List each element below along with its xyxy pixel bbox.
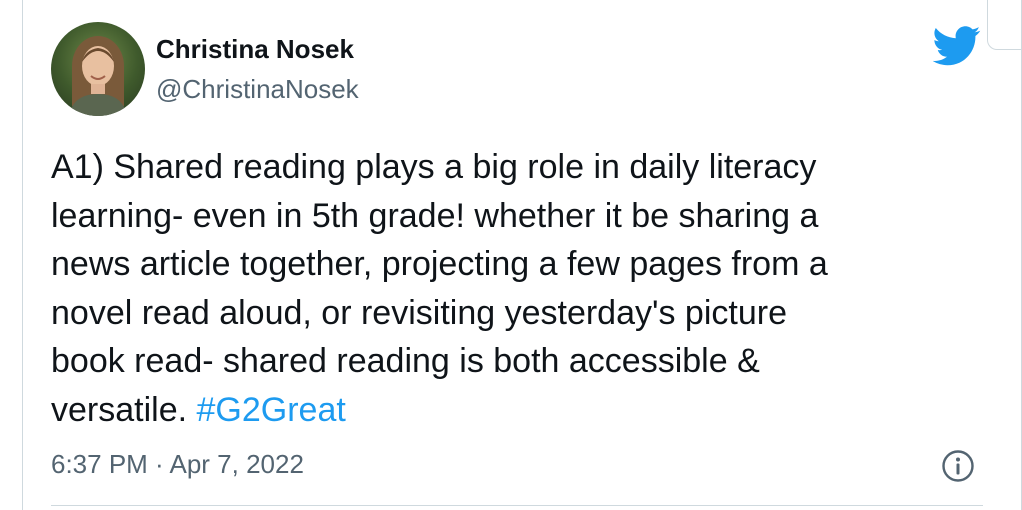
tweet-text-line: book read- shared reading is both access… bbox=[51, 342, 760, 380]
author-display-name[interactable]: Christina Nosek bbox=[156, 34, 354, 65]
author-handle[interactable]: @ChristinaNosek bbox=[156, 74, 359, 105]
tweet-text: A1) Shared reading plays a big role in d… bbox=[51, 143, 981, 434]
tweet-text-line: novel read aloud, or revisiting yesterda… bbox=[51, 293, 787, 332]
twitter-bird-icon[interactable] bbox=[932, 26, 981, 66]
avatar[interactable] bbox=[51, 22, 145, 116]
tweet-text-line: versatile. bbox=[51, 390, 188, 429]
tweet-text-line: A1) Shared reading plays a big role in d… bbox=[51, 148, 817, 186]
hashtag-link[interactable]: #G2Great bbox=[197, 391, 346, 429]
profile-photo bbox=[51, 22, 145, 116]
divider bbox=[51, 505, 983, 506]
tweet-text-line: news article together, projecting a few … bbox=[51, 245, 828, 283]
info-icon[interactable] bbox=[941, 449, 975, 483]
tweet-timestamp[interactable]: 6:37 PM · Apr 7, 2022 bbox=[51, 449, 304, 480]
adjacent-panel-corner bbox=[987, 0, 1021, 50]
tweet-card[interactable]: Christina Nosek @ChristinaNosek A1) Shar… bbox=[22, 0, 1022, 510]
tweet-text-line: learning- even in 5th grade! whether it … bbox=[51, 196, 819, 235]
tweet-text-last-line: versatile. #G2Great bbox=[51, 386, 981, 435]
